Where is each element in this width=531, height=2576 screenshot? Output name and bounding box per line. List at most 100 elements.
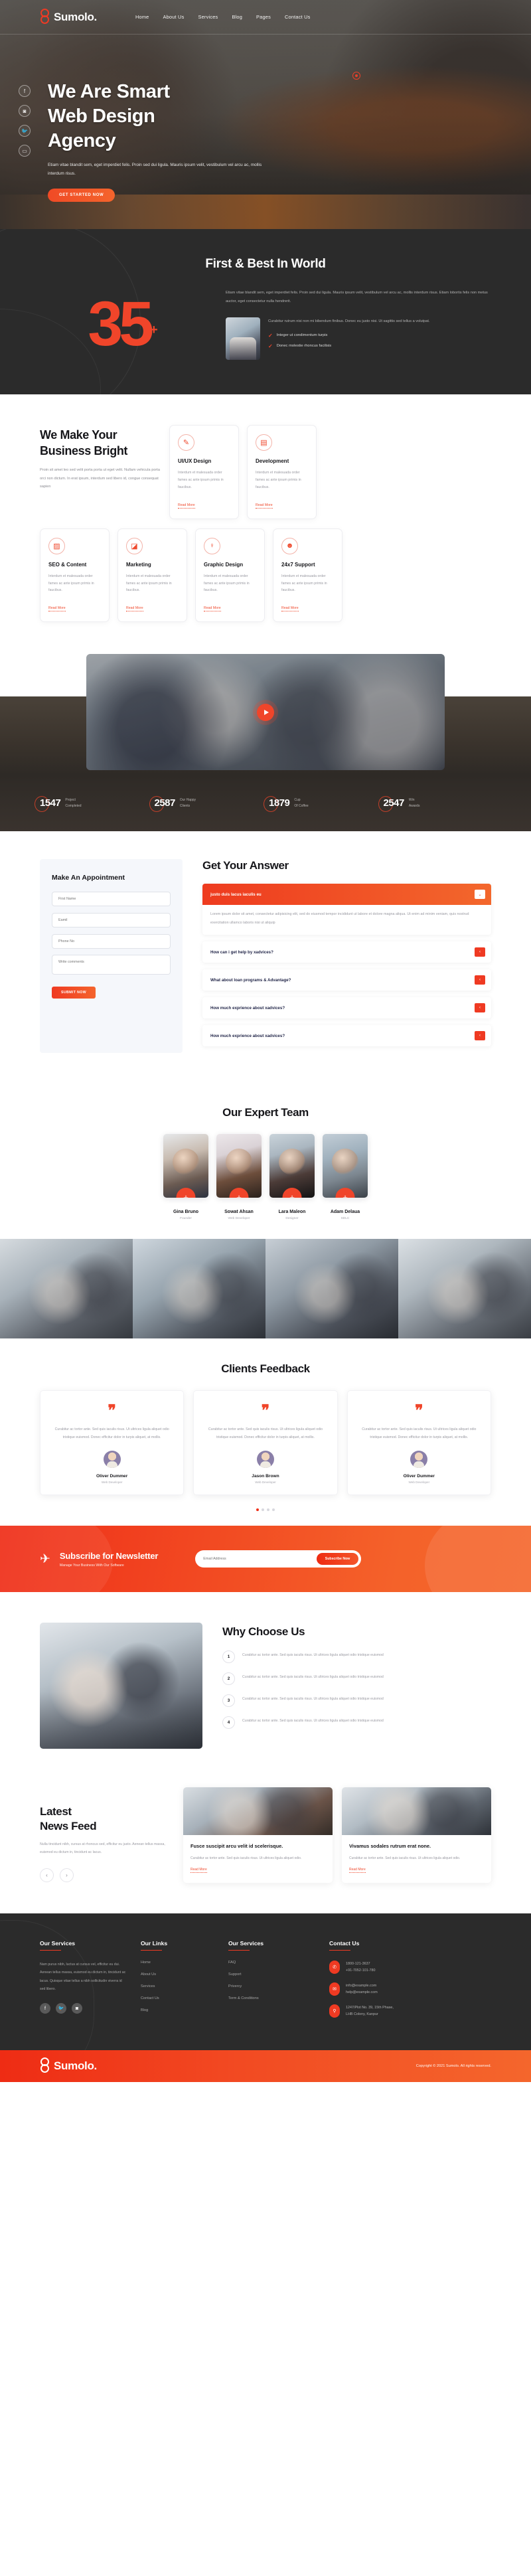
nav-item-blog[interactable]: Blog bbox=[232, 14, 242, 20]
twitter-icon[interactable]: 🐦 bbox=[19, 125, 31, 137]
service-card[interactable]: ✎ UI/UX Design Interdum et malesuada ord… bbox=[169, 424, 239, 519]
gallery-image bbox=[398, 1239, 531, 1339]
service-card-body: Interdum et malesuada order fames ac ant… bbox=[48, 574, 94, 593]
footer-link-terms[interactable]: Term & Conditions bbox=[228, 1996, 315, 2000]
nav-item-services[interactable]: Services bbox=[198, 14, 218, 20]
footer-email-1: info@example.com bbox=[346, 1984, 377, 1988]
team-member-photo: + bbox=[269, 1134, 315, 1198]
read-more-link[interactable]: Read More bbox=[256, 503, 273, 509]
service-card[interactable]: ▨ SEO & Content Interdum et malesuada or… bbox=[40, 528, 110, 623]
team-member: + Adam Delaua SDLC bbox=[323, 1134, 368, 1220]
appointment-form: Make An Appointment SUBMIT NOW bbox=[40, 859, 183, 1054]
why-item-text: Curabitur ac tortor ante. Sed quis iacul… bbox=[242, 1653, 384, 1658]
footer-brand-logo[interactable]: Sumolo. bbox=[40, 2057, 97, 2075]
read-more-link[interactable]: Read More bbox=[126, 606, 143, 612]
counter-label-line-1: Cup bbox=[294, 798, 301, 803]
footer-link-services[interactable]: Services bbox=[141, 1984, 214, 1988]
read-more-link[interactable]: Read More bbox=[204, 606, 221, 612]
footer-link-privacy[interactable]: Privercy bbox=[228, 1984, 315, 1988]
footer-link-home[interactable]: Home bbox=[141, 1961, 214, 1965]
plus-icon[interactable]: + bbox=[335, 1188, 355, 1198]
newsletter-email-input[interactable] bbox=[203, 1557, 317, 1562]
testimonial-card: ❞ Curabitur ac tortor ante. Sed quis iac… bbox=[40, 1390, 185, 1496]
prev-button[interactable]: ‹ bbox=[40, 1868, 54, 1883]
news-card[interactable]: Vivamus sodales rutrum erat none. Curabi… bbox=[342, 1787, 491, 1884]
list-item: ✓ Donec molestie rhoncus facilisis bbox=[268, 343, 491, 349]
read-more-link[interactable]: Read More bbox=[349, 1868, 366, 1874]
newsletter-subtitle: Manage Your Business With Our Software bbox=[59, 1563, 124, 1568]
twitter-icon[interactable]: 🐦 bbox=[56, 2003, 66, 2014]
phone-field[interactable] bbox=[52, 934, 171, 949]
counter-label: Cup Of Coffee bbox=[294, 797, 308, 809]
phone-icon: ✆ bbox=[329, 1961, 340, 1974]
plus-icon[interactable]: + bbox=[282, 1188, 302, 1198]
service-card[interactable]: ◪ Marketing Interdum et malesuada order … bbox=[117, 528, 187, 623]
plus-icon[interactable]: + bbox=[176, 1188, 196, 1198]
news-card[interactable]: Fusce suscipit arcu velit id scelerisque… bbox=[183, 1787, 333, 1884]
service-card-title: Development bbox=[256, 457, 289, 464]
first-name-field[interactable] bbox=[52, 892, 171, 907]
service-card[interactable]: ♀ Graphic Design Interdum et malesuada o… bbox=[195, 528, 265, 623]
read-more-link[interactable]: Read More bbox=[190, 1868, 207, 1874]
counter-value: 2547 bbox=[383, 797, 405, 809]
footer-link-about-us[interactable]: About Us bbox=[141, 1972, 214, 1976]
footer-link-support[interactable]: Support bbox=[228, 1972, 315, 1976]
carousel-dot[interactable] bbox=[267, 1508, 269, 1512]
nav-item-about-us[interactable]: About Us bbox=[163, 14, 184, 20]
stats-photo bbox=[226, 317, 260, 360]
service-card[interactable]: ▤ Development Interdum et malesuada orde… bbox=[247, 424, 317, 519]
faq-question-row[interactable]: How can i get help by xadvices? ‹ bbox=[202, 941, 491, 963]
footer-link-contact-us[interactable]: Contact Us bbox=[141, 1996, 214, 2000]
get-started-button[interactable]: GET STARTED NOW bbox=[48, 189, 115, 202]
list-item: 2 Curabitur ac tortor ante. Sed quis iac… bbox=[222, 1672, 491, 1686]
read-more-link[interactable]: Read More bbox=[178, 503, 195, 509]
faq-question-row[interactable]: How much exprience about xadvices? ‹ bbox=[202, 1025, 491, 1046]
read-more-link[interactable]: Read More bbox=[281, 606, 299, 612]
services-cards-bottom: ▨ SEO & Content Interdum et malesuada or… bbox=[40, 528, 491, 623]
faq-item: What about loan programs & Advantage? ‹ bbox=[202, 969, 491, 991]
services-heading-block: We Make Your Business Bright Proin sit a… bbox=[40, 425, 169, 491]
youtube-icon[interactable]: ▭ bbox=[19, 145, 31, 157]
faq-question-row[interactable]: justo duis lacus iaculis eu ⌄ bbox=[202, 884, 491, 906]
footer-heading: Our Links bbox=[141, 1940, 214, 1951]
nav-item-contact-us[interactable]: Contact Us bbox=[285, 14, 311, 20]
play-icon[interactable] bbox=[257, 703, 274, 721]
instagram-icon[interactable]: ◙ bbox=[19, 105, 31, 117]
footer-contact-phone: ✆ 1800-121-3637 +91-7052-101-780 bbox=[329, 1961, 491, 1974]
seo-chart-icon: ▨ bbox=[48, 537, 65, 554]
team-row: + Gina Bruno Founder + Sowat Ahsan Web D… bbox=[40, 1134, 491, 1220]
footer-link-blog[interactable]: Blog bbox=[141, 2008, 214, 2012]
faq-question-row[interactable]: What about loan programs & Advantage? ‹ bbox=[202, 969, 491, 991]
instagram-icon[interactable]: ◙ bbox=[72, 2003, 82, 2014]
nav-item-home[interactable]: Home bbox=[135, 14, 149, 20]
next-button[interactable]: › bbox=[60, 1868, 74, 1883]
copyright-bar: Sumolo. Copyright © 2021 Sumolo. All rig… bbox=[0, 2050, 531, 2083]
brand-logo[interactable]: Sumolo. bbox=[40, 8, 97, 26]
email-field[interactable] bbox=[52, 913, 171, 928]
marketing-megaphone-icon: ◪ bbox=[126, 537, 143, 554]
video-thumbnail[interactable] bbox=[86, 654, 445, 771]
service-card[interactable]: ☻ 24x7 Support Interdum et malesuada ord… bbox=[273, 528, 342, 623]
facebook-icon[interactable]: f bbox=[40, 2003, 50, 2014]
chevron-left-icon[interactable]: ‹ bbox=[475, 1003, 485, 1013]
submit-now-button[interactable]: SUBMIT NOW bbox=[52, 987, 96, 999]
chevron-down-icon[interactable]: ⌄ bbox=[475, 890, 485, 900]
chevron-left-icon[interactable]: ‹ bbox=[475, 947, 485, 957]
carousel-dot[interactable] bbox=[256, 1508, 259, 1512]
chevron-left-icon[interactable]: ‹ bbox=[475, 975, 485, 985]
footer-heading: Contact Us bbox=[329, 1940, 491, 1951]
faq-item: How much exprience about xadvices? ‹ bbox=[202, 1025, 491, 1047]
comments-field[interactable] bbox=[52, 955, 171, 975]
carousel-dot[interactable] bbox=[272, 1508, 275, 1512]
footer-contact-email: ✉ info@example.com help@example.com bbox=[329, 1982, 491, 1996]
nav-item-pages[interactable]: Pages bbox=[256, 14, 271, 20]
faq-question-row[interactable]: How much exprience about xadvices? ‹ bbox=[202, 997, 491, 1018]
footer-link-faq[interactable]: FAQ bbox=[228, 1961, 315, 1965]
carousel-dot[interactable] bbox=[262, 1508, 264, 1512]
read-more-link[interactable]: Read More bbox=[48, 606, 66, 612]
subscribe-now-button[interactable]: Subscribe Now bbox=[316, 1553, 359, 1566]
facebook-icon[interactable]: f bbox=[19, 85, 31, 97]
plus-icon[interactable]: + bbox=[229, 1188, 249, 1198]
chevron-left-icon[interactable]: ‹ bbox=[475, 1031, 485, 1041]
why-choose-us-title: Why Choose Us bbox=[222, 1625, 305, 1639]
